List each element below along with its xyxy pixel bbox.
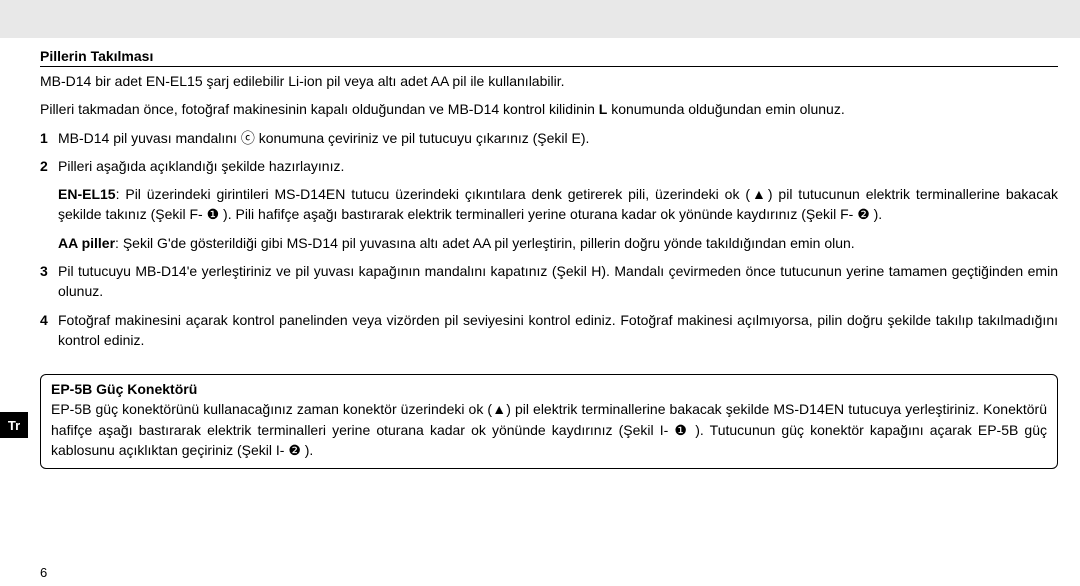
step-1: 1 MB-D14 pil yuvası mandalını ⓒ konumuna… xyxy=(40,128,1058,148)
step-number: 2 xyxy=(40,156,58,176)
intro-paragraph-2: Pilleri takmadan önce, fotoğraf makinesi… xyxy=(40,99,1058,119)
aa-paragraph: AA piller: Şekil G'de gösterildiği gibi … xyxy=(58,233,1058,253)
ep-5b-box: EP-5B Güç Konektörü EP-5B güç konektörün… xyxy=(40,374,1058,469)
section-heading: Pillerin Takılması xyxy=(40,48,1058,67)
aa-text: : Şekil G'de gösterildiği gibi MS-D14 pi… xyxy=(115,235,855,251)
step-number: 3 xyxy=(40,261,58,302)
step-3-text: Pil tutucuyu MB-D14'e yerleştiriniz ve p… xyxy=(58,261,1058,302)
step-3: 3 Pil tutucuyu MB-D14'e yerleştiriniz ve… xyxy=(40,261,1058,302)
en-el15-label: EN-EL15 xyxy=(58,186,116,202)
intro-paragraph-1: MB-D14 bir adet EN-EL15 şarj edilebilir … xyxy=(40,71,1058,91)
step-1-text: MB-D14 pil yuvası mandalını ⓒ konumuna ç… xyxy=(58,128,1058,148)
box-title: EP-5B Güç Konektörü xyxy=(51,381,1047,397)
page-number: 6 xyxy=(40,565,47,580)
step-number: 1 xyxy=(40,128,58,148)
step-number: 4 xyxy=(40,310,58,351)
en-el15-paragraph: EN-EL15: Pil üzerindeki girintileri MS-D… xyxy=(58,184,1058,225)
page-content: Pillerin Takılması MB-D14 bir adet EN-EL… xyxy=(40,38,1058,586)
intro-2c: konumunda olduğundan emin olunuz. xyxy=(607,101,844,117)
step-2-text: Pilleri aşağıda açıklandığı şekilde hazı… xyxy=(58,156,1058,176)
en-el15-text: : Pil üzerindeki girintileri MS-D14EN tu… xyxy=(58,186,1058,222)
box-body: EP-5B güç konektörünü kullanacağınız zam… xyxy=(51,399,1047,460)
aa-label: AA piller xyxy=(58,235,115,251)
step-4: 4 Fotoğraf makinesini açarak kontrol pan… xyxy=(40,310,1058,351)
top-bar xyxy=(0,0,1080,38)
step-2: 2 Pilleri aşağıda açıklandığı şekilde ha… xyxy=(40,156,1058,176)
intro-2a: Pilleri takmadan önce, fotoğraf makinesi… xyxy=(40,101,599,117)
language-tab: Tr xyxy=(0,412,28,438)
step-4-text: Fotoğraf makinesini açarak kontrol panel… xyxy=(58,310,1058,351)
